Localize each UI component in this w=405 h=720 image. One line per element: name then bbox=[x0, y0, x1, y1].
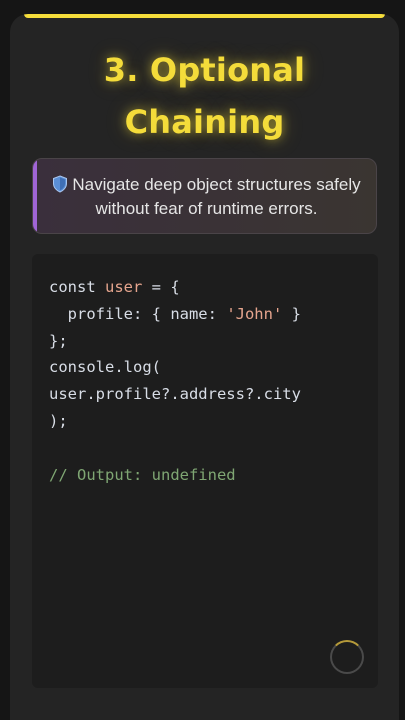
code-token: user bbox=[105, 278, 143, 296]
slide-card: 3. Optional Chaining Navigate deep objec… bbox=[10, 14, 399, 720]
code-line: // Output: undefined bbox=[49, 462, 378, 489]
code-token: // Output: undefined bbox=[49, 465, 236, 484]
code-token: ); bbox=[49, 411, 68, 430]
code-token: console.log( bbox=[49, 358, 161, 377]
title-line-2: Chaining bbox=[124, 103, 285, 141]
title-line-1: 3. Optional bbox=[103, 51, 306, 89]
code-token: const bbox=[49, 278, 105, 296]
code-line: }; bbox=[49, 328, 378, 355]
tip-callout: Navigate deep object structures safely w… bbox=[32, 158, 377, 234]
tip-text-wrap: Navigate deep object structures safely w… bbox=[47, 173, 366, 221]
code-lines: const user = { profile: { name: 'John' }… bbox=[49, 274, 378, 488]
loading-spinner-icon bbox=[330, 640, 364, 674]
shield-icon bbox=[53, 175, 68, 193]
code-token: 'John' bbox=[226, 304, 283, 323]
code-token: }; bbox=[49, 331, 68, 350]
code-token: profile: { name: bbox=[49, 304, 227, 323]
code-line: ); bbox=[49, 408, 378, 435]
code-token: user.profile?.address?.city bbox=[49, 385, 301, 404]
code-block: const user = { profile: { name: 'John' }… bbox=[32, 254, 378, 688]
card-accent-bar bbox=[24, 14, 385, 18]
code-token: } bbox=[282, 304, 301, 323]
tip-accent-bar bbox=[33, 159, 37, 233]
tip-text: Navigate deep object structures safely w… bbox=[72, 175, 361, 218]
code-token: = { bbox=[142, 278, 180, 296]
code-line: const user = { bbox=[49, 274, 378, 301]
code-line: console.log( bbox=[49, 354, 378, 381]
code-line: user.profile?.address?.city bbox=[49, 381, 378, 408]
slide-title: 3. Optional Chaining bbox=[10, 44, 399, 148]
code-line: profile: { name: 'John' } bbox=[49, 301, 378, 328]
